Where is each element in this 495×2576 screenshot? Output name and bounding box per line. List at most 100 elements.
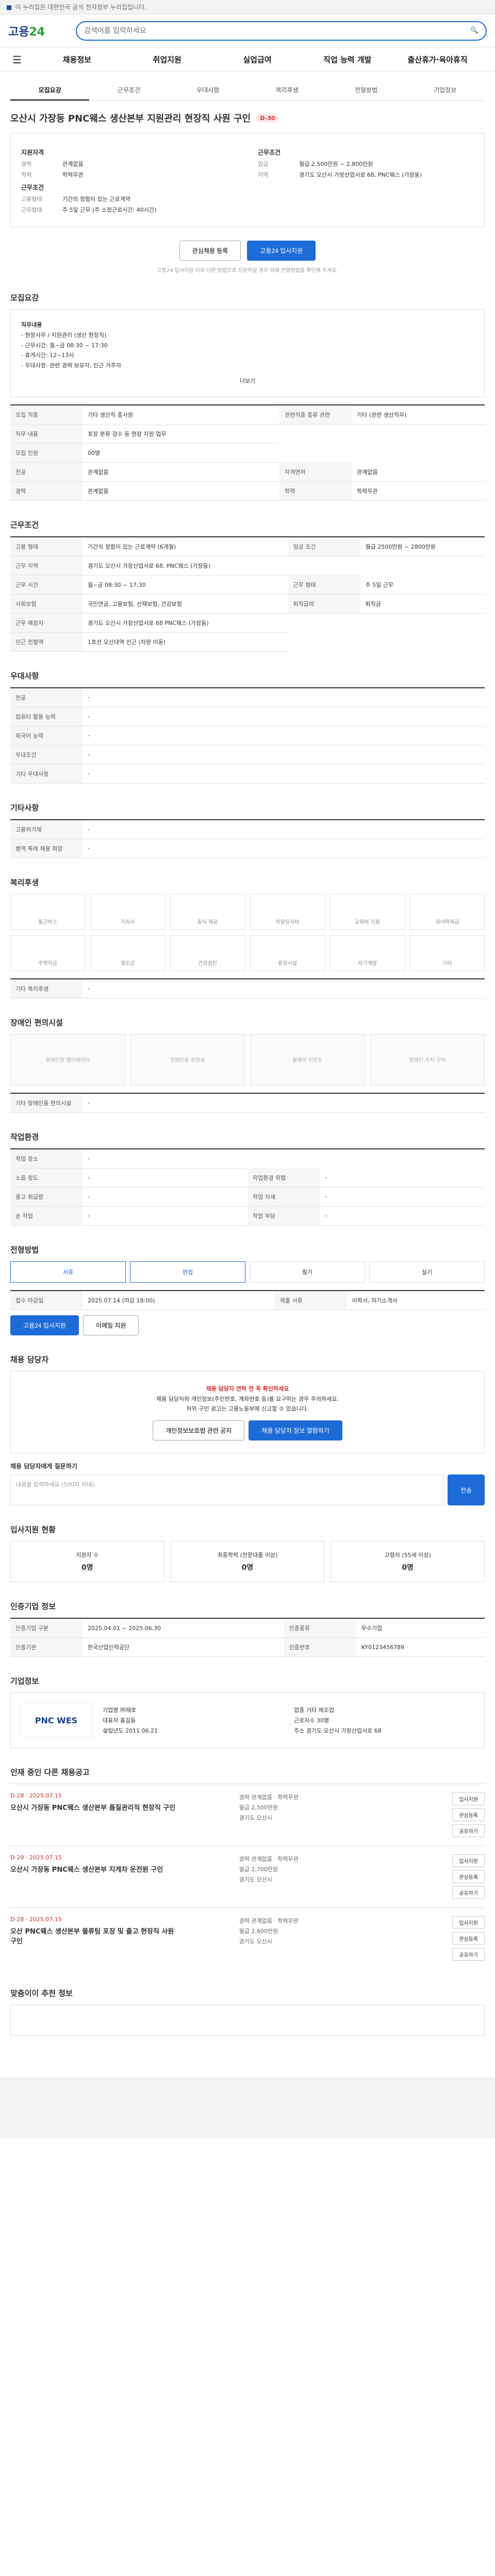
other-job-action-button[interactable]: 관심등록 bbox=[452, 1932, 485, 1945]
tab-method[interactable]: 전형방법 bbox=[326, 80, 405, 100]
other-job-action-button[interactable]: 입사지원 bbox=[452, 1916, 485, 1929]
section-title: 근무조건 bbox=[10, 520, 39, 530]
other-job-meta-line: 경력 관계없음 · 학력무관 bbox=[239, 1856, 299, 1863]
table-row: 모집 직종 기타 생산직 종사원 관련직종 종류 관련 기타 (관련 생산직무) bbox=[10, 404, 485, 425]
other-job-meta-line: 경기도 오산시 bbox=[239, 1876, 272, 1883]
other-job-title[interactable]: 오산시 가장동 PNC웨스 생산본부 지게차 운전원 구인 bbox=[10, 1864, 180, 1874]
table-label: 작업 부담 bbox=[248, 1206, 320, 1226]
save-job-button[interactable]: 관심채용 등록 bbox=[179, 241, 241, 261]
welfare-etc-table: 기타 복리후생 - bbox=[10, 978, 485, 998]
facility-item: 휠체어 리프트 bbox=[250, 1033, 365, 1086]
company-info-item: 근로자수 30명 bbox=[294, 1717, 329, 1724]
etc-table: 고용허가제 - 병역 특례 채용 희망 - bbox=[10, 819, 485, 858]
welfare-item: 기타 bbox=[410, 935, 485, 971]
table-row: 근무 예정지 경기도 오산시 가장산업서로 68 PNC웨스 (가장동) bbox=[10, 613, 485, 633]
tab-conditions[interactable]: 근무조건 bbox=[89, 80, 168, 100]
other-job-actions: 입사지원관심등록공유하기 bbox=[452, 1854, 485, 1900]
table-value: 포장 분류 검수 등 현장 지원 업무 bbox=[82, 424, 279, 444]
stat-label: 최종학력 (전문대졸 이상) bbox=[217, 1552, 278, 1559]
other-job-action-button[interactable]: 공유하기 bbox=[452, 1886, 485, 1900]
table-label: 경력 bbox=[10, 481, 82, 501]
job-title: 오산시 가장동 PNC웨스 생산본부 지원관리 현장직 사원 구인 D-30 bbox=[10, 111, 485, 125]
tab-recruit[interactable]: 모집요강 bbox=[10, 80, 90, 100]
inquiry-textarea[interactable]: 내용을 입력하세요 (500자 이내) bbox=[10, 1475, 443, 1506]
search-input[interactable] bbox=[84, 26, 470, 35]
nav-item[interactable]: 출산휴가·육아휴직 bbox=[392, 54, 483, 65]
other-job-title[interactable]: 오산시 가장동 PNC웨스 생산본부 품질관리직 현장직 구인 bbox=[10, 1802, 180, 1812]
section-title: 장애인 편의시설 bbox=[10, 1018, 63, 1027]
stat-card: 고령자 (55세 이상) 0명 bbox=[331, 1541, 485, 1583]
tab-preference[interactable]: 우대사항 bbox=[169, 80, 248, 100]
table-row: 접수 마감일 2025.07.14 (마감 18:00) 제출 서류 이력서, 자기소… bbox=[10, 1290, 485, 1310]
apply-button[interactable]: 고용24 입사지원 bbox=[247, 241, 316, 261]
preference-table: 전공 - 컴퓨터 활용 능력 - 외국어 능력 - 우대조건 - 기타 우대사항 - bbox=[10, 687, 485, 784]
table-label: 근무 예정지 bbox=[10, 613, 82, 633]
other-job-action-button[interactable]: 공유하기 bbox=[452, 1948, 485, 1961]
inquiry-label: 채용 담당자에게 질문하기 bbox=[10, 1463, 77, 1470]
other-job-meta-line: 경력 관계없음 · 학력무관 bbox=[239, 1918, 299, 1925]
section-title: 인증기업 정보 bbox=[10, 1602, 56, 1612]
method-item: 실기 bbox=[369, 1261, 485, 1283]
menu-icon[interactable]: ☰ bbox=[12, 54, 22, 66]
table-value: 퇴직금 bbox=[360, 594, 485, 614]
apply-stats: 지원자 수 0명 최종학력 (전문대졸 이상) 0명 고령자 (55세 이상) 0명 bbox=[10, 1541, 485, 1583]
other-job-action-button[interactable]: 관심등록 bbox=[452, 1870, 485, 1884]
welfare-item: 차량유지비 bbox=[250, 893, 325, 930]
table-value: 주 5일 근무 bbox=[360, 575, 485, 595]
time-value: 주 5일 근무 (주 소정근로시간: 40시간) bbox=[62, 207, 157, 213]
search-icon[interactable]: 🔍 bbox=[470, 27, 478, 35]
nav-item[interactable]: 직업 능력 개발 bbox=[302, 54, 392, 65]
career-value: 관계없음 bbox=[62, 161, 84, 167]
nav-item[interactable]: 취업지원 bbox=[122, 54, 212, 65]
other-job-meta-line: 월급 2,600만원 bbox=[239, 1927, 278, 1935]
other-job-action-button[interactable]: 공유하기 bbox=[452, 1824, 485, 1838]
table-value: - bbox=[82, 687, 485, 707]
welfare-item: 자녀학자금 bbox=[410, 893, 485, 930]
welfare-item: 중식 제공 bbox=[170, 893, 245, 930]
other-job-title[interactable]: 오산 PNC웨스 생산본부 물류팀 포장 및 출고 현장직 사원 구인 bbox=[10, 1926, 180, 1945]
logo-text: 고용 bbox=[8, 25, 29, 39]
job-description: 직무내용 - 현장사무 / 지원관리 (생산 현장직) - 근무시간: 월~금 … bbox=[10, 309, 485, 397]
email-apply-button[interactable]: 이메일 지원 bbox=[82, 1315, 139, 1335]
table-row: 인증기업 구분 2025.04.01 ~ 2025.06.30 인증종류 우수기업 bbox=[10, 1618, 485, 1638]
summary-heading: 근무조건 bbox=[21, 184, 44, 191]
section-title: 채용 담당자 bbox=[10, 1354, 49, 1364]
nav-item[interactable]: 채용정보 bbox=[32, 54, 122, 65]
table-label: 인증번호 bbox=[284, 1637, 356, 1657]
other-job-meta-line: 경기도 오산시 bbox=[239, 1938, 272, 1945]
welfare-item: 휴양시설 bbox=[250, 935, 325, 971]
welfare-item: 자기계발 bbox=[330, 935, 405, 971]
stat-value: 0명 bbox=[81, 1564, 93, 1572]
table-label: 컴퓨터 활용 능력 bbox=[10, 707, 82, 726]
method-apply-button[interactable]: 고용24 입사지원 bbox=[10, 1315, 79, 1335]
section-title: 기업정보 bbox=[10, 1676, 39, 1686]
privacy-notice-button[interactable]: 개인정보보호법 관련 공지 bbox=[153, 1420, 245, 1441]
other-job-action-button[interactable]: 관심등록 bbox=[452, 1808, 485, 1822]
nav-item[interactable]: 실업급여 bbox=[212, 54, 303, 65]
other-job-main: D-28 · 2025.07.15 오산 PNC웨스 생산본부 물류팀 포장 및 … bbox=[10, 1916, 180, 1961]
search-bar[interactable]: 🔍 bbox=[76, 21, 487, 41]
more-button[interactable]: 더보기 bbox=[240, 378, 255, 384]
stat-card: 최종학력 (전문대졸 이상) 0명 bbox=[170, 1541, 325, 1583]
company-info-item: 설립년도 2011.06.21 bbox=[103, 1727, 158, 1735]
table-label: 외국어 능력 bbox=[10, 726, 82, 745]
table-value: - bbox=[82, 839, 485, 858]
tab-welfare[interactable]: 복리후생 bbox=[248, 80, 326, 100]
company-info-item: 업종 기타 제조업 bbox=[294, 1707, 334, 1714]
table-label: 전공 bbox=[10, 462, 82, 482]
show-manager-button[interactable]: 채용 담당자 정보 열람하기 bbox=[249, 1420, 342, 1441]
table-label: 중고 취급량 bbox=[10, 1187, 82, 1207]
table-value: - bbox=[82, 1148, 248, 1168]
table-label: 병역 특례 채용 희망 bbox=[10, 839, 82, 858]
site-logo[interactable]: 고용24 bbox=[8, 23, 45, 39]
other-job-action-button[interactable]: 입사지원 bbox=[452, 1854, 485, 1868]
send-button[interactable]: 전송 bbox=[447, 1475, 485, 1506]
welfare-item: 주택자금 bbox=[10, 935, 85, 971]
alert-title: 채용 담당자 연락 전 꼭 확인하세요 bbox=[206, 1385, 289, 1392]
disabled-etc-value: - bbox=[82, 1093, 485, 1113]
tab-company[interactable]: 기업정보 bbox=[406, 80, 485, 100]
gov-banner: ■ 이 누리집은 대한민국 공식 전자정부 누리집입니다. bbox=[0, 0, 495, 14]
other-job-action-button[interactable]: 입사지원 bbox=[452, 1792, 485, 1806]
other-job-dday: D-28 · 2025.07.15 bbox=[10, 1916, 62, 1923]
facility-item: 장애인용 화장실 bbox=[130, 1033, 245, 1086]
